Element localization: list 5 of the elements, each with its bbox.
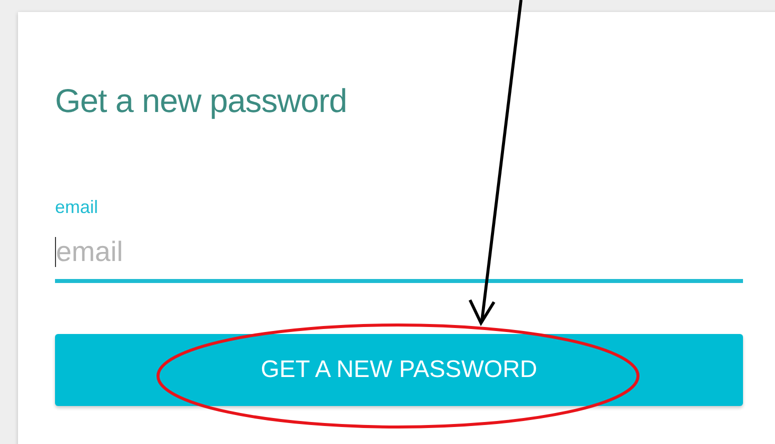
text-cursor [55,236,56,266]
get-new-password-button[interactable]: GET A NEW PASSWORD [55,334,743,406]
email-field[interactable]: email [56,236,743,268]
form-title: Get a new password [55,82,347,120]
email-label: email [55,197,98,218]
